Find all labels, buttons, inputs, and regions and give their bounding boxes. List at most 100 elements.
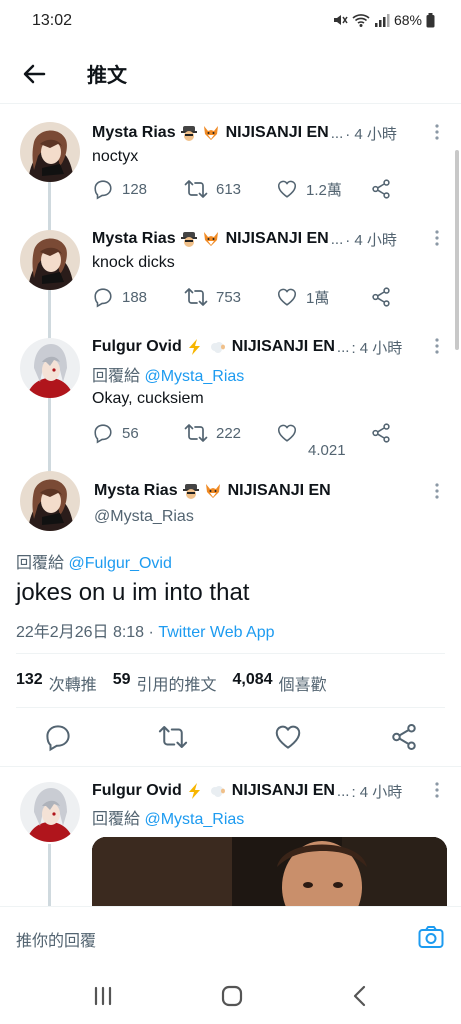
tweet-media-image[interactable] <box>92 837 447 917</box>
retweet-button[interactable]: 222 <box>184 422 241 444</box>
reply-context: 回覆給 @Mysta_Rias <box>92 362 244 386</box>
author-name[interactable]: Fulgur Ovid <box>92 782 182 800</box>
quotes-label[interactable]: 引用的推文 <box>137 671 217 695</box>
like-count: 1.2萬 <box>306 181 342 199</box>
retweets-label[interactable]: 次轉推 <box>49 671 97 695</box>
author-handle[interactable]: @Mysta_Rias <box>94 508 194 526</box>
like-button[interactable]: 1萬 <box>276 286 329 308</box>
tweet-header: Fulgur Ovid NIJISANJI EN ... : 4 小時 <box>92 336 441 358</box>
fox-emoji-icon <box>205 484 220 498</box>
status-icons: 68% <box>332 12 435 28</box>
reply-prefix: 回覆給 <box>16 555 65 572</box>
system-back-icon[interactable] <box>346 982 374 1010</box>
reply-icon[interactable] <box>43 722 73 752</box>
back-arrow-icon[interactable] <box>18 58 50 90</box>
tweet-text: jokes on u im into that <box>16 579 250 606</box>
author-org: NIJISANJI EN <box>231 338 335 355</box>
more-options-icon[interactable] <box>431 481 443 501</box>
sheep-emoji-icon <box>210 342 225 353</box>
share-icon <box>372 179 390 199</box>
like-count: 1萬 <box>306 289 330 307</box>
reply-icon <box>94 288 112 308</box>
reply-mention-link[interactable]: @Fulgur_Ovid <box>68 555 171 572</box>
retweet-button[interactable]: 753 <box>184 286 241 308</box>
tweet-item[interactable]: Fulgur Ovid NIJISANJI EN ... : 4 小時 回覆給 … <box>0 330 461 465</box>
author-name-row[interactable]: Mysta Rias NIJISANJI EN <box>94 482 331 500</box>
reply-input[interactable]: 推你的回覆 <box>16 927 96 951</box>
tweet-source-link[interactable]: Twitter Web App <box>158 624 274 641</box>
home-icon[interactable] <box>218 982 246 1010</box>
author-org: NIJISANJI EN <box>225 230 329 247</box>
retweet-button[interactable]: 613 <box>184 178 241 200</box>
tweet-time: · 4 小時 <box>345 125 397 143</box>
share-button[interactable] <box>370 178 392 200</box>
retweet-icon[interactable] <box>158 722 188 752</box>
share-button[interactable] <box>370 286 392 308</box>
retweet-count: 222 <box>216 424 242 442</box>
author-name[interactable]: Mysta Rias <box>92 124 176 142</box>
more-options-icon[interactable] <box>431 122 443 142</box>
share-icon[interactable] <box>389 722 419 752</box>
battery-percent: 68% <box>393 12 422 28</box>
reply-count: 128 <box>122 180 148 198</box>
author-org: NIJISANJI EN <box>231 782 335 799</box>
reply-button[interactable]: 56 <box>92 422 139 444</box>
share-button[interactable] <box>370 422 392 444</box>
tweet-actions: 128 613 1.2萬 <box>92 178 392 202</box>
tweet-item[interactable]: Mysta Rias NIJISANJI EN ... · 4 小時 knock… <box>0 222 461 330</box>
tweet-item[interactable]: Mysta Rias NIJISANJI EN ... · 4 小時 nocty… <box>0 114 461 222</box>
reply-prefix: 回覆給 <box>92 811 141 828</box>
reply-mention-link[interactable]: @Mysta_Rias <box>144 811 244 828</box>
battery-icon <box>426 12 435 27</box>
share-icon <box>372 287 390 307</box>
recent-apps-icon[interactable] <box>89 982 117 1010</box>
author-name[interactable]: Fulgur Ovid <box>92 338 182 356</box>
reply-button[interactable]: 128 <box>92 178 147 200</box>
sheep-emoji-icon <box>210 786 225 797</box>
heart-icon <box>277 288 297 306</box>
reply-count: 56 <box>122 424 139 442</box>
divider <box>16 653 445 654</box>
more-options-icon[interactable] <box>431 228 443 248</box>
tweet-stats: 132 次轉推 59 引用的推文 4,084 個喜歡 <box>16 671 337 695</box>
tweet-header: Fulgur Ovid NIJISANJI EN ... : 4 小時 <box>92 780 441 802</box>
reply-button[interactable]: 188 <box>92 286 147 308</box>
fox-emoji-icon <box>203 232 218 246</box>
like-button[interactable] <box>276 422 298 444</box>
tweet-ellipsis: ... <box>336 338 350 356</box>
divider <box>16 707 445 708</box>
quotes-total[interactable]: 59 <box>113 671 131 695</box>
author-name[interactable]: Mysta Rias <box>94 482 178 500</box>
tweet-ellipsis: ... <box>330 124 344 142</box>
avatar[interactable] <box>20 122 80 182</box>
reply-composer: 推你的回覆 <box>0 906 461 964</box>
avatar[interactable] <box>20 338 80 398</box>
tweet-text: Okay, cucksiem <box>92 390 204 407</box>
author-name[interactable]: Mysta Rias <box>92 230 176 248</box>
tweet-actions: 188 753 1萬 <box>92 286 392 310</box>
camera-icon[interactable] <box>417 923 445 951</box>
more-options-icon[interactable] <box>431 336 443 356</box>
avatar[interactable] <box>20 471 80 531</box>
tweet-ellipsis: ... <box>336 782 350 800</box>
reply-icon <box>94 424 112 444</box>
retweets-total[interactable]: 132 <box>16 671 43 695</box>
retweet-count: 753 <box>216 288 242 306</box>
divider <box>0 766 461 767</box>
heart-icon[interactable] <box>273 722 303 752</box>
detective-emoji-icon <box>180 232 197 247</box>
tweet-date: 22年2月26日 8:18 · <box>16 624 154 641</box>
more-options-icon[interactable] <box>431 780 443 800</box>
reply-icon <box>94 180 112 200</box>
avatar[interactable] <box>20 230 80 290</box>
avatar[interactable] <box>20 782 80 842</box>
top-nav: 推文 <box>0 46 461 104</box>
likes-label[interactable]: 個喜歡 <box>279 671 327 695</box>
reply-mention-link[interactable]: @Mysta_Rias <box>144 368 244 385</box>
author-org: NIJISANJI EN <box>227 482 331 499</box>
detective-emoji-icon <box>182 484 199 499</box>
retweet-icon <box>184 424 208 442</box>
lightning-emoji-icon <box>188 783 200 799</box>
like-button[interactable]: 1.2萬 <box>276 178 342 200</box>
likes-total[interactable]: 4,084 <box>233 671 273 695</box>
